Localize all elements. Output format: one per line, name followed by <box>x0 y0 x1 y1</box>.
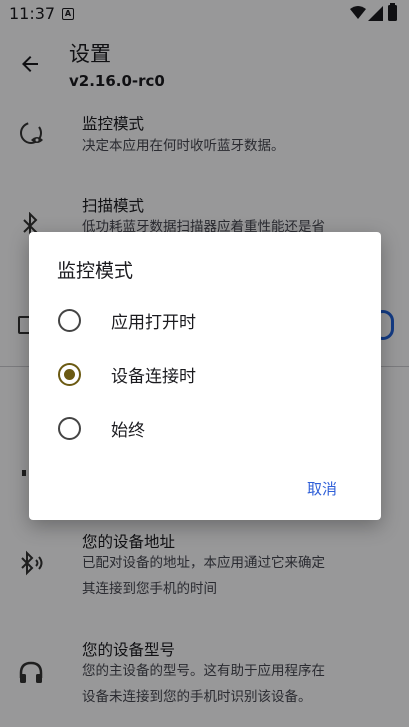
radio-button[interactable] <box>58 309 81 332</box>
option-always[interactable]: 始终 <box>29 402 381 456</box>
radio-button-selected[interactable] <box>58 363 81 386</box>
radio-button[interactable] <box>58 417 81 440</box>
option-label: 始终 <box>111 421 145 441</box>
option-label: 应用打开时 <box>111 313 196 333</box>
monitor-mode-dialog: 监控模式 应用打开时 设备连接时 始终 取消 <box>29 232 381 520</box>
option-label: 设备连接时 <box>111 367 196 387</box>
option-app-open[interactable]: 应用打开时 <box>29 294 381 348</box>
cancel-button[interactable]: 取消 <box>301 476 343 501</box>
option-device-connected[interactable]: 设备连接时 <box>29 348 381 402</box>
dialog-title: 监控模式 <box>57 260 134 282</box>
